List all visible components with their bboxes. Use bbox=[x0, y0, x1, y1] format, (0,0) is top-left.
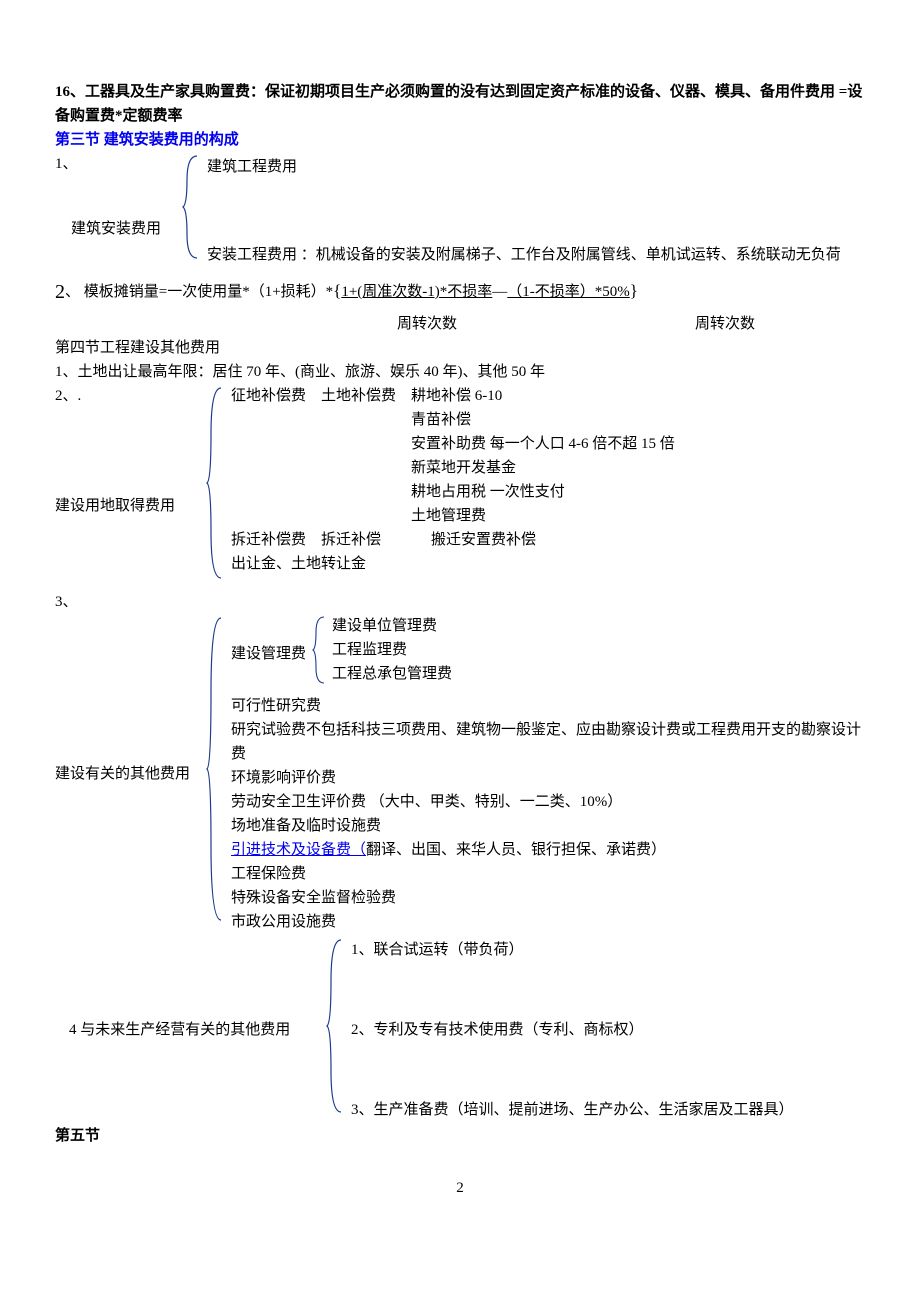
page-number: 2 bbox=[55, 1176, 865, 1200]
g2-a2: 青苗补偿 bbox=[411, 408, 471, 432]
sec4-item1: 1、土地出让最高年限：居住 70 年、(商业、旅游、娱乐 40 年)、其他 50… bbox=[55, 360, 865, 384]
sec4-item3: 建设有关的其他费用 建设管理费 建设单位管理费 工程监理费 工程总承包管理费 可… bbox=[55, 614, 865, 934]
rbrace-icon: } bbox=[630, 281, 638, 300]
sec4-item4: 4 与未来生产经营有关的其他费用 1、联合试运转（带负荷） 2、专利及专有技术使… bbox=[55, 936, 865, 1124]
item-16-line1: 16、工器具及生产家具购置费：保证初期项目生产必须购置的没有达到固定资产标准的设… bbox=[55, 84, 835, 100]
sec3-formula-text: 、 模板摊销量=一次使用量*（1+损耗）* bbox=[65, 284, 333, 300]
minus-sep: — bbox=[492, 284, 507, 300]
g2-a1: 土地补偿费 bbox=[321, 384, 411, 408]
g2-b2: 搬迁安置费补偿 bbox=[431, 528, 536, 552]
g2-a5: 耕地占用税 一次性支付 bbox=[411, 480, 565, 504]
sec3-item2: 2、 模板摊销量=一次使用量*（1+损耗）*{1+(周准次数-1)*不损率—（1… bbox=[55, 276, 865, 308]
sec3-left-label: 建筑安装费用 bbox=[71, 217, 161, 241]
sec4-g4-label: 4 与未来生产经营有关的其他费用 bbox=[69, 1018, 290, 1042]
sec4-item2: 2、. 建设用地取得费用 征地补偿费 土地补偿费 耕地补偿 6-10 青苗补偿 … bbox=[55, 384, 865, 590]
sec3-denominators: 周转次数 周转次数 bbox=[55, 312, 865, 336]
sec3-num-2: 2 bbox=[55, 281, 65, 303]
g3-h: 工程保险费 bbox=[231, 862, 865, 886]
g2-b1: 拆迁补偿 bbox=[321, 528, 431, 552]
brace-icon bbox=[181, 152, 203, 270]
g3-c: 研究试验费不包括科技三项费用、建筑物一般鉴定、应由勘察设计费或工程费用开支的勘察… bbox=[231, 718, 865, 766]
g2-a1b: 耕地补偿 6-10 bbox=[411, 384, 502, 408]
sec4-g3-label: 建设有关的其他费用 bbox=[55, 762, 190, 786]
g2-a3: 安置补助费 每一个人口 4-6 倍不超 15 倍 bbox=[411, 432, 675, 456]
g3-g-rest: 翻译、出国、来华人员、银行担保、承诺费） bbox=[366, 842, 666, 858]
g3-g: 引进技术及设备费（翻译、出国、来华人员、银行担保、承诺费） bbox=[231, 838, 865, 862]
g3-a: 建设管理费 bbox=[231, 642, 306, 666]
g3-i: 特殊设备安全监督检验费 bbox=[231, 886, 865, 910]
brace-icon bbox=[311, 614, 329, 694]
fraction-2-den: 周转次数 bbox=[695, 312, 755, 336]
g3-d: 环境影响评价费 bbox=[231, 766, 865, 790]
sec4-g2-label: 建设用地取得费用 bbox=[55, 494, 205, 518]
fraction-1-den: 周转次数 bbox=[397, 312, 567, 336]
sec3-num-1: 1、 bbox=[55, 152, 71, 270]
sec3-item1: 1、 建筑安装费用 建筑工程费用 安装工程费用 ：机械设备的安装及附属梯子、工作… bbox=[55, 152, 865, 270]
g2-a6: 土地管理费 bbox=[411, 504, 486, 528]
fraction-2-num: （1-不损率）*50% bbox=[507, 284, 630, 300]
g3-g-link[interactable]: 引进技术及设备费（ bbox=[231, 842, 366, 858]
g4-a: 1、联合试运转（带负荷） bbox=[351, 938, 865, 962]
fraction-1-num: 1+(周准次数-1)*不损率 bbox=[341, 284, 492, 300]
sec3-branch-a: 建筑工程费用 bbox=[207, 155, 865, 179]
brace-icon bbox=[205, 614, 227, 934]
section-5-title: 第五节 bbox=[55, 1124, 865, 1148]
g3-e: 劳动安全卫生评价费 （大中、甲类、特别、一二类、10%） bbox=[231, 790, 865, 814]
g3-a3: 工程总承包管理费 bbox=[332, 662, 452, 686]
section-3-title: 第三节 建筑安装费用的构成 bbox=[55, 128, 865, 152]
g4-b: 2、专利及专有技术使用费（专利、商标权） bbox=[351, 1018, 865, 1042]
g3-a2: 工程监理费 bbox=[332, 638, 452, 662]
sec4-num-3: 3、 bbox=[55, 590, 865, 614]
sec3-branch-b: 安装工程费用 ：机械设备的安装及附属梯子、工作台及附属管线、单机试运转、系统联动… bbox=[207, 243, 865, 267]
g2-b: 拆迁补偿费 bbox=[231, 528, 321, 552]
g3-a1: 建设单位管理费 bbox=[332, 614, 452, 638]
g4-c: 3、生产准备费（培训、提前进场、生产办公、生活家居及工器具） bbox=[351, 1098, 865, 1122]
g2-a: 征地补偿费 bbox=[231, 384, 321, 408]
g3-f: 场地准备及临时设施费 bbox=[231, 814, 865, 838]
g2-a4: 新菜地开发基金 bbox=[411, 456, 516, 480]
brace-icon bbox=[325, 936, 347, 1124]
g2-c: 出让金、土地转让金 bbox=[231, 552, 865, 576]
section-4-title: 第四节工程建设其他费用 bbox=[55, 336, 865, 360]
sec4-num-2: 2、. bbox=[55, 384, 205, 408]
item-16: 16、工器具及生产家具购置费：保证初期项目生产必须购置的没有达到固定资产标准的设… bbox=[55, 80, 865, 128]
g3-j: 市政公用设施费 bbox=[231, 910, 865, 934]
brace-icon bbox=[205, 384, 227, 590]
g3-b: 可行性研究费 bbox=[231, 694, 865, 718]
